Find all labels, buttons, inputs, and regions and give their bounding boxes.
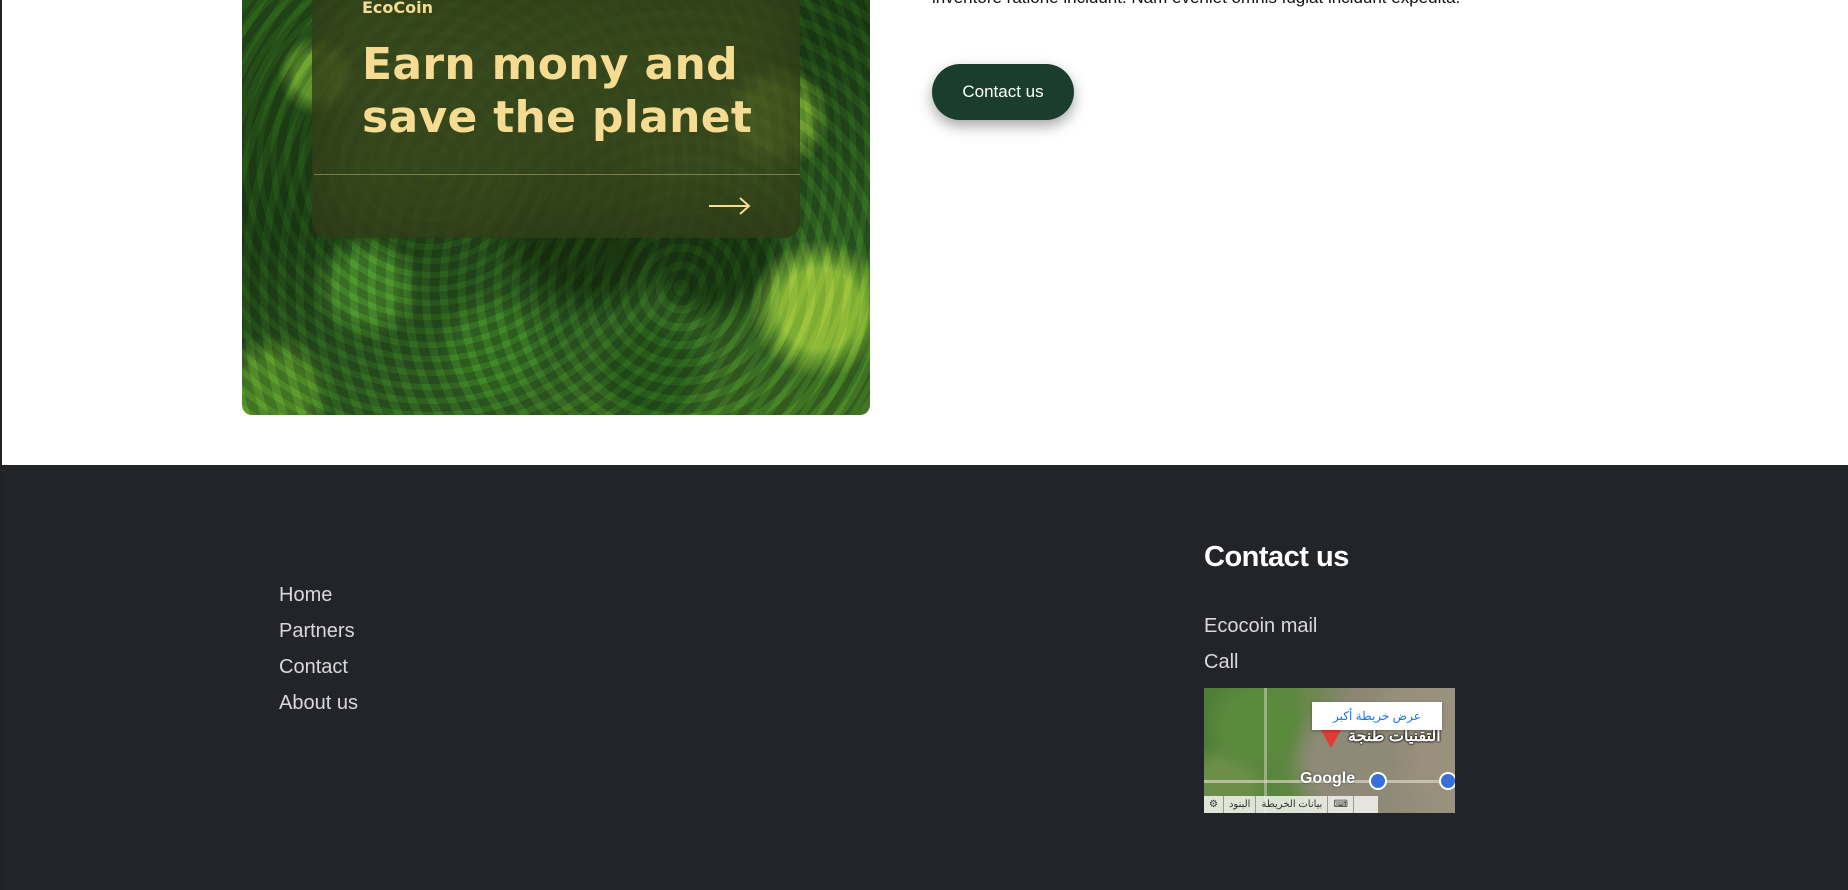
footer-link-contact[interactable]: Contact [279,649,358,685]
bus-stop-icon [1369,772,1387,790]
map-attribution-bar: ⚙ البنود بيانات الخريطة ⌨ [1204,796,1378,813]
map-pin-icon[interactable] [1320,728,1342,748]
map-enlarge-link[interactable]: عرض خريطة أكبر [1312,702,1442,730]
arrow-right-icon[interactable] [708,196,752,216]
footer-contact-title: Contact us [1204,541,1349,573]
footer: Home Partners Contact About us Contact u… [2,465,1848,890]
map-embed[interactable]: التقنيات طنجة عرض خريطة أكبر Google ⚙ ال… [1204,688,1455,813]
settings-icon[interactable]: ⚙ [1204,796,1224,813]
footer-nav: Home Partners Contact About us [279,577,358,721]
map-terms-link[interactable]: البنود [1224,796,1257,813]
footer-link-about[interactable]: About us [279,685,358,721]
google-logo: Google [1300,770,1356,787]
map-data-link[interactable]: بيانات الخريطة [1256,796,1329,813]
intro-text: inventore ratione incidunt. Nam eveniet … [932,0,1632,8]
promo-brand: EcoCoin [362,0,434,17]
promo-headline: Earn mony and save the planet [362,39,753,143]
footer-link-partners[interactable]: Partners [279,613,358,649]
promo-divider [314,174,800,175]
footer-link-home[interactable]: Home [279,577,358,613]
page: EcoCoin Earn mony and save the planet in… [0,0,1848,890]
keyboard-icon[interactable]: ⌨ [1328,796,1354,813]
contact-us-button[interactable]: Contact us [932,64,1074,120]
bus-stop-icon [1439,772,1455,790]
map-road [1264,688,1267,813]
footer-mail-link[interactable]: Ecocoin mail [1204,615,1317,638]
footer-call-link[interactable]: Call [1204,651,1238,674]
